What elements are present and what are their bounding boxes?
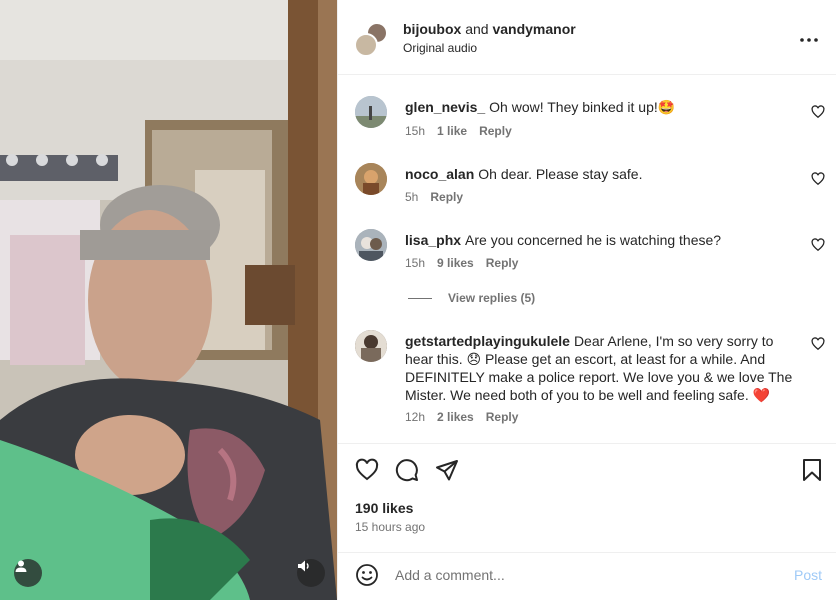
video-frame: [0, 0, 337, 600]
comment-likes[interactable]: 2 likes: [437, 410, 474, 424]
likes-count[interactable]: 190 likes: [355, 500, 413, 516]
comment-text: noco_alan Oh dear. Please stay safe.: [405, 165, 795, 183]
more-icon[interactable]: [799, 30, 819, 50]
heart-icon[interactable]: [811, 105, 825, 119]
author-link[interactable]: bijoubox: [403, 21, 461, 37]
comment-content: Oh wow! They binked it up!🤩: [489, 99, 676, 115]
heart-icon[interactable]: [811, 337, 825, 351]
reply-button[interactable]: Reply: [479, 124, 512, 138]
user-tag-button[interactable]: [14, 559, 42, 587]
avatar[interactable]: [355, 163, 387, 195]
video-player[interactable]: [0, 0, 337, 600]
comment-content: Oh dear. Please stay safe.: [478, 166, 643, 182]
post-actions: 190 likes 15 hours ago: [338, 443, 836, 551]
comment-meta: 12h 2 likes Reply: [405, 410, 518, 424]
divider: [408, 297, 432, 299]
share-icon[interactable]: [435, 458, 459, 482]
post-header: bijoubox and vandymanor Original audio: [338, 3, 836, 75]
comment-input[interactable]: [395, 561, 765, 589]
comment-time[interactable]: 5h: [405, 190, 418, 204]
sound-toggle-button[interactable]: [297, 559, 325, 587]
avatar[interactable]: [355, 96, 387, 128]
comment-likes[interactable]: 1 like: [437, 124, 467, 138]
view-replies-button[interactable]: View replies (5): [408, 291, 535, 305]
comment-username[interactable]: noco_alan: [405, 166, 474, 182]
sound-icon: [298, 560, 309, 572]
comment-content: Are you concerned he is watching these?: [465, 232, 722, 248]
post-comment-button[interactable]: Post: [794, 567, 822, 583]
view-replies-label: View replies (5): [448, 291, 536, 305]
heart-icon[interactable]: [811, 238, 825, 252]
comment-meta: 15h 1 like Reply: [405, 124, 512, 138]
comment-time[interactable]: 12h: [405, 410, 425, 424]
comment-icon[interactable]: [395, 458, 419, 482]
reply-button[interactable]: Reply: [430, 190, 463, 204]
heart-icon[interactable]: [811, 172, 825, 186]
bookmark-icon[interactable]: [800, 458, 824, 482]
reply-button[interactable]: Reply: [486, 256, 519, 270]
comment-time[interactable]: 15h: [405, 256, 425, 270]
heart-icon[interactable]: [355, 458, 379, 482]
emoji-icon[interactable]: [355, 563, 379, 587]
comment-meta: 5h Reply: [405, 190, 463, 204]
avatar[interactable]: [355, 229, 387, 261]
add-comment-bar: Post: [338, 552, 836, 600]
post-time[interactable]: 15 hours ago: [355, 520, 425, 534]
comment-username[interactable]: getstartedplayingukulele: [405, 333, 570, 349]
post-authors: bijoubox and vandymanor: [403, 21, 576, 37]
user-icon: [15, 560, 27, 572]
reply-button[interactable]: Reply: [486, 410, 519, 424]
post-panel: bijoubox and vandymanor Original audio g…: [337, 0, 836, 600]
audio-label[interactable]: Original audio: [403, 41, 477, 55]
author-separator: and: [465, 21, 489, 37]
coauthor-link[interactable]: vandymanor: [492, 21, 575, 37]
author-avatars[interactable]: [354, 22, 390, 58]
avatar[interactable]: [355, 330, 387, 362]
comment-time[interactable]: 15h: [405, 124, 425, 138]
comment-likes[interactable]: 9 likes: [437, 256, 474, 270]
comment-text: glen_nevis_ Oh wow! They binked it up!🤩: [405, 98, 795, 116]
avatar: [354, 33, 378, 57]
comment-text: getstartedplayingukulele Dear Arlene, I'm…: [405, 332, 795, 404]
comment-text: lisa_phx Are you concerned he is watching…: [405, 231, 795, 249]
comment-username[interactable]: lisa_phx: [405, 232, 461, 248]
comment-username[interactable]: glen_nevis_: [405, 99, 485, 115]
comment-meta: 15h 9 likes Reply: [405, 256, 518, 270]
